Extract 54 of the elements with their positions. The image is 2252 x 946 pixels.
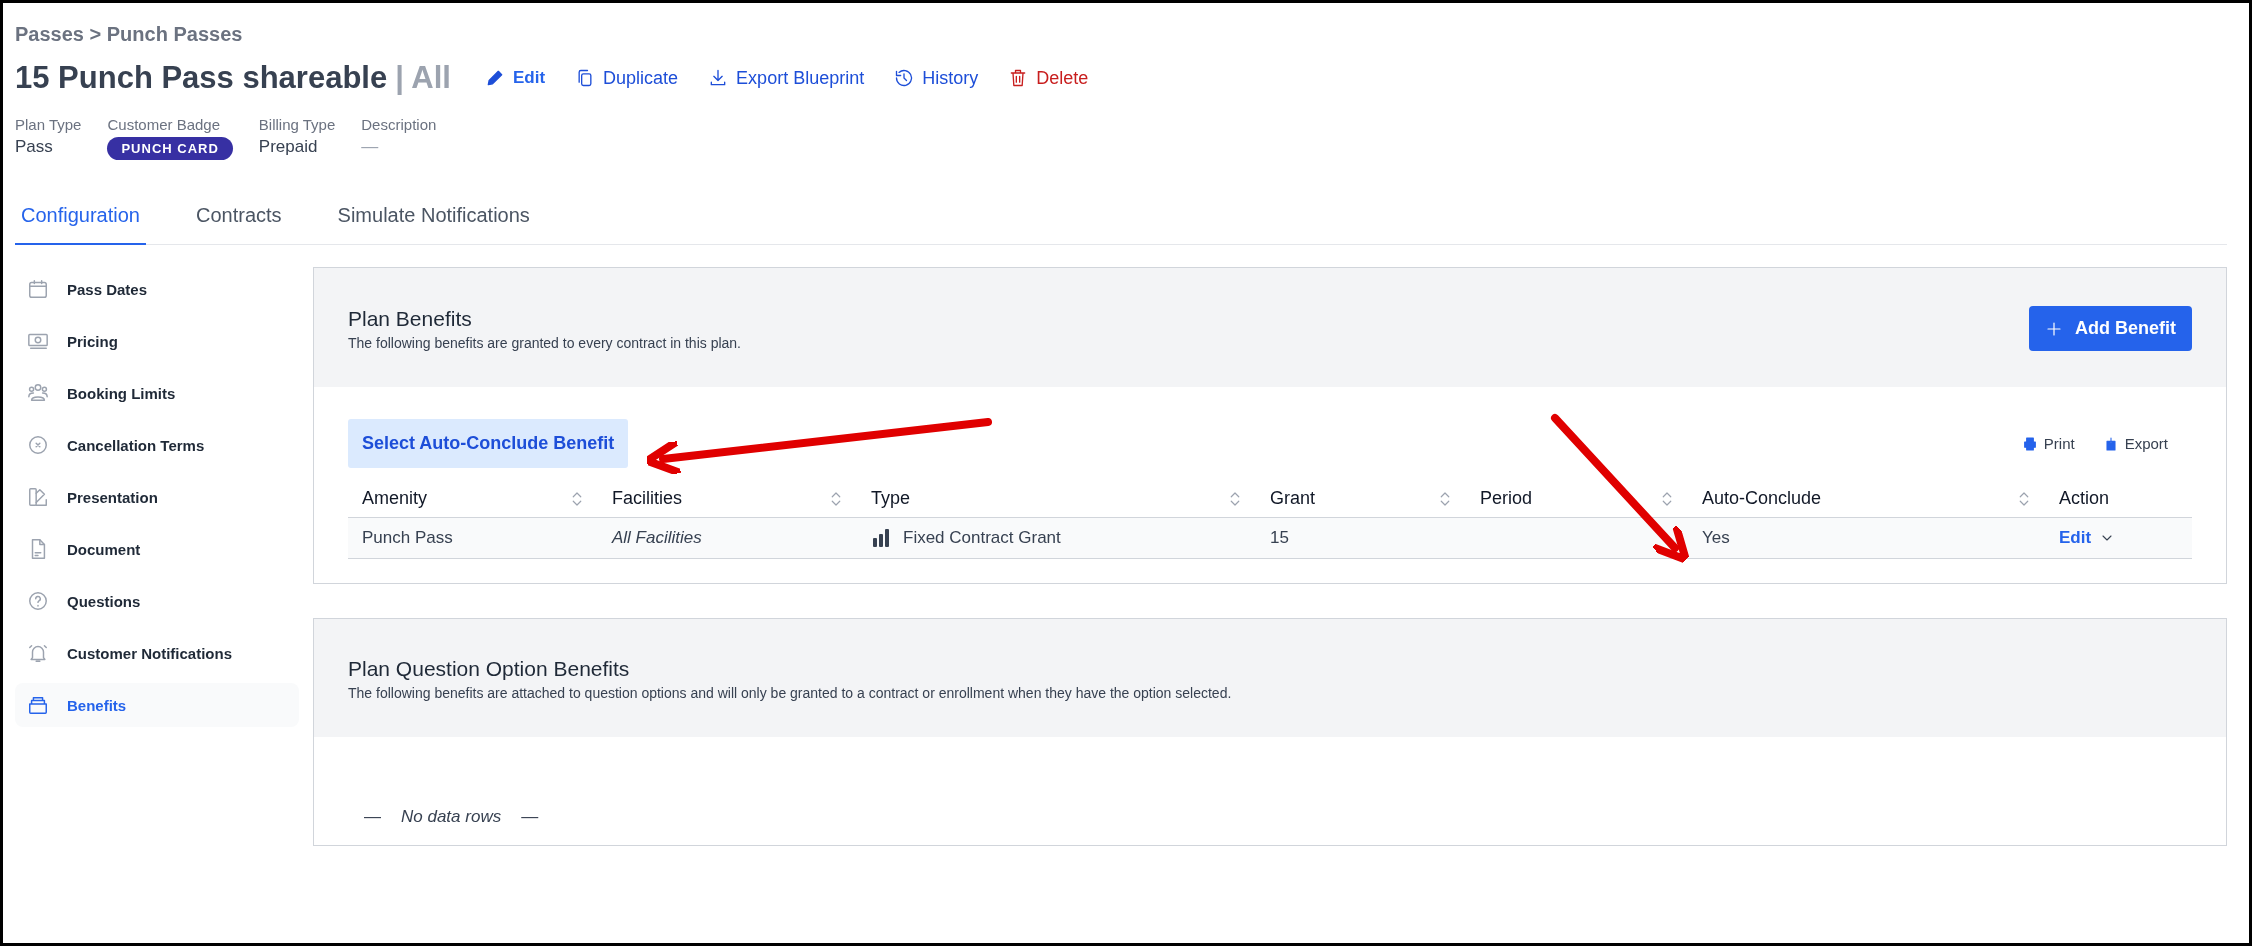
panel-description: The following benefits are granted to every contract in this plan. xyxy=(348,334,741,351)
bar-chart-icon xyxy=(871,528,891,548)
sidebar-item[interactable]: Pricing xyxy=(15,319,299,363)
sidebar-item[interactable]: Benefits xyxy=(15,683,299,727)
printer-icon xyxy=(2021,435,2038,452)
history-icon xyxy=(894,68,915,88)
dash: — xyxy=(364,807,381,827)
field-label: Plan Type xyxy=(15,116,82,133)
edit-button[interactable]: Edit xyxy=(484,67,546,89)
cancel-circle-icon xyxy=(27,434,49,456)
table-cell: Yes xyxy=(1688,518,2045,559)
duplicate-button[interactable]: Duplicate xyxy=(575,67,679,89)
field-value: — xyxy=(361,137,380,157)
breadcrumb[interactable]: Passes > Punch Passes xyxy=(15,23,2227,46)
sidebar-item[interactable]: Booking Limits xyxy=(15,371,299,415)
customer-badge: PUNCH CARD xyxy=(107,137,233,160)
table-cell: 15 xyxy=(1256,518,1466,559)
delete-button[interactable]: Delete xyxy=(1008,67,1089,89)
history-button[interactable]: History xyxy=(894,67,979,89)
calendar-icon xyxy=(27,278,49,300)
sidebar-item[interactable]: Pass Dates xyxy=(15,267,299,311)
people-icon xyxy=(27,382,49,404)
swatch-icon xyxy=(27,486,49,508)
bell-icon xyxy=(27,642,49,664)
sidebar-item[interactable]: Customer Notifications xyxy=(15,631,299,675)
export-button[interactable]: Export Blueprint xyxy=(708,67,865,89)
panel-title: Plan Benefits xyxy=(348,306,473,331)
empty-message: No data rows xyxy=(401,807,502,827)
sidebar-item[interactable]: Presentation xyxy=(15,475,299,519)
table-cell: All Facilities xyxy=(598,518,857,559)
panel-description: The following benefits are attached to question options and will only be granted to a contract or enrollment when they have the option selected. xyxy=(348,685,1232,701)
sidebar-item[interactable]: Questions xyxy=(15,579,299,623)
select-auto-conclude-button[interactable]: Select Auto-Conclude Benefit xyxy=(348,419,629,468)
panel-title: Plan Question Option Benefits xyxy=(348,657,631,681)
sidebar-item[interactable]: Cancellation Terms xyxy=(15,423,299,467)
table-cell: Fixed Contract Grant xyxy=(857,518,1256,559)
tab[interactable]: Simulate Notifications xyxy=(331,196,536,245)
edit-dropdown[interactable]: Edit xyxy=(2059,528,2116,548)
field-label: Customer Badge xyxy=(107,116,221,133)
field-value: Prepaid xyxy=(258,137,319,157)
field-value: Pass xyxy=(15,137,54,157)
add-benefit-button[interactable]: Add Benefit xyxy=(2029,306,2192,351)
field-label: Billing Type xyxy=(258,116,336,133)
print-button[interactable]: Print xyxy=(2021,435,2075,452)
table-cell: Punch Pass xyxy=(348,518,598,559)
dash: — xyxy=(521,807,539,827)
tab[interactable]: Configuration xyxy=(15,196,146,245)
question-icon xyxy=(27,590,49,612)
field-label: Description xyxy=(361,116,437,133)
export-button[interactable]: Export xyxy=(2102,435,2168,452)
page-title: 15 Punch Pass shareable | All xyxy=(15,60,451,96)
sidebar-item[interactable]: Document xyxy=(15,527,299,571)
tab[interactable]: Contracts xyxy=(189,196,288,245)
tray-icon xyxy=(27,694,49,716)
